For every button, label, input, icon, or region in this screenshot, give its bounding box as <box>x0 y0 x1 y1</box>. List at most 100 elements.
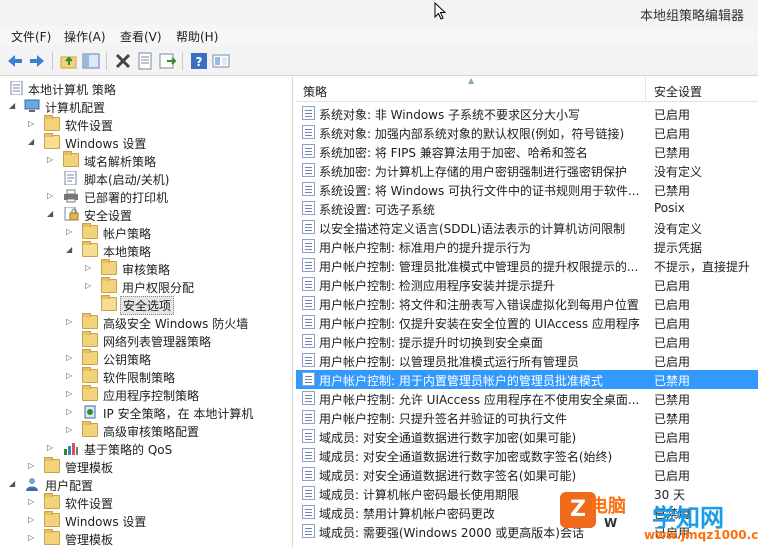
policy-row[interactable]: 域成员: 对安全通道数据进行数字签名(如果可能) 已启用 <box>296 465 758 484</box>
extended-view-icon[interactable] <box>212 52 230 70</box>
tree-node-account-policy[interactable]: ▷ 帐户策略 <box>0 223 290 242</box>
policy-row[interactable]: 用户帐户控制: 只提升签名并验证的可执行文件 已禁用 <box>296 408 758 427</box>
expanded-arrow-icon[interactable]: ◢ <box>66 245 76 255</box>
delete-icon[interactable] <box>114 52 132 70</box>
tree-node-security-options[interactable]: 安全选项 <box>0 295 290 315</box>
policy-row[interactable]: 系统对象: 非 Windows 子系统不要求区分大小写 已启用 <box>296 104 758 123</box>
policy-row[interactable]: 域成员: 对安全通道数据进行数字加密或数字签名(始终) 已启用 <box>296 446 758 465</box>
collapsed-arrow-icon[interactable]: ▷ <box>66 371 76 381</box>
policy-setting: 已启用 <box>654 355 691 369</box>
tree-node-network-list[interactable]: 网络列表管理器策略 <box>0 331 290 350</box>
tree-node-qos[interactable]: ▷ 基于策略的 QoS <box>0 440 290 458</box>
tree-node-app-control[interactable]: ▷ 应用程序控制策略 <box>0 385 290 404</box>
tree-node-user-rights[interactable]: ▷ 用户权限分配 <box>0 277 290 296</box>
policy-row[interactable]: 用户帐户控制: 仅提升安装在安全位置的 UIAccess 应用程序 已启用 <box>296 313 758 332</box>
collapsed-arrow-icon[interactable]: ▷ <box>66 353 76 363</box>
collapsed-arrow-icon[interactable]: ▷ <box>85 263 95 273</box>
policy-name: 用户帐户控制: 检测应用程序安装并提示提升 <box>319 279 555 293</box>
tree-node-computer-config[interactable]: ◢ 计算机配置 <box>0 98 290 116</box>
policy-row[interactable]: 系统加密: 将 FIPS 兼容算法用于加密、哈希和签名 已禁用 <box>296 142 758 161</box>
policy-item-icon <box>302 106 315 120</box>
tree-node-software-restriction[interactable]: ▷ 软件限制策略 <box>0 367 290 386</box>
menu-help[interactable]: 帮助(H) <box>176 28 218 45</box>
collapsed-arrow-icon[interactable]: ▷ <box>47 155 57 165</box>
collapsed-arrow-icon[interactable]: ▷ <box>28 515 38 525</box>
policy-list: ▲ 策略 安全设置 系统对象: 非 Windows 子系统不要求区分大小写 已启用… <box>296 77 758 547</box>
tree-node-root[interactable]: 本地计算机 策略 <box>0 80 290 98</box>
collapsed-arrow-icon[interactable]: ▷ <box>66 317 76 327</box>
policy-row[interactable]: 用户帐户控制: 标准用户的提升提示行为 提示凭据 <box>296 237 758 256</box>
tree-node-windows-settings[interactable]: ◢ Windows 设置 <box>0 133 290 152</box>
svg-text:?: ? <box>196 55 203 69</box>
policy-row[interactable]: 用户帐户控制: 用于内置管理员帐户的管理员批准模式 已禁用 <box>296 370 758 389</box>
collapsed-arrow-icon[interactable]: ▷ <box>47 191 57 201</box>
policy-name: 用户帐户控制: 允许 UIAccess 应用程序在不使用安全桌面... <box>319 393 640 407</box>
policy-row[interactable]: 用户帐户控制: 允许 UIAccess 应用程序在不使用安全桌面... 已禁用 <box>296 389 758 408</box>
folder-icon <box>101 277 117 293</box>
policy-row[interactable]: 用户帐户控制: 检测应用程序安装并提示提升 已启用 <box>296 275 758 294</box>
expanded-arrow-icon[interactable]: ◢ <box>28 137 38 147</box>
tree-node-scripts[interactable]: 脚本(启动/关机) <box>0 170 290 188</box>
tree-node-dns-policy[interactable]: ▷ 域名解析策略 <box>0 151 290 170</box>
collapsed-arrow-icon[interactable]: ▷ <box>85 281 95 291</box>
tree-node-firewall[interactable]: ▷ 高级安全 Windows 防火墙 <box>0 313 290 332</box>
policy-row[interactable]: 系统加密: 为计算机上存储的用户密钥强制进行强密钥保护 没有定义 <box>296 161 758 180</box>
tree-node-security-settings[interactable]: ◢ 安全设置 <box>0 206 290 224</box>
policy-row[interactable]: 系统设置: 可选子系统 Posix <box>296 199 758 218</box>
menu-view[interactable]: 查看(V) <box>120 28 162 45</box>
collapsed-arrow-icon[interactable]: ▷ <box>66 425 76 435</box>
console-tree: 本地计算机 策略 ◢ 计算机配置 ▷ 软件设置 ◢ Windows 设置 ▷ 域… <box>0 77 293 547</box>
title-bar: 本地组策略编辑器 <box>0 0 758 26</box>
collapsed-arrow-icon[interactable]: ▷ <box>47 443 57 453</box>
tree-node-admin-templates[interactable]: ▷ 管理模板 <box>0 457 290 476</box>
tree-node-ip-security[interactable]: ▷ IP 安全策略，在 本地计算机 <box>0 404 290 422</box>
collapsed-arrow-icon[interactable]: ▷ <box>28 533 38 543</box>
policy-row[interactable]: 以安全描述符定义语言(SDDL)语法表示的计算机访问限制 没有定义 <box>296 218 758 237</box>
column-header-policy[interactable]: 策略 <box>303 83 327 100</box>
up-folder-icon[interactable] <box>60 52 78 70</box>
tree-node-user-admin[interactable]: ▷ 管理模板 <box>0 529 290 547</box>
tree-node-public-key[interactable]: ▷ 公钥策略 <box>0 349 290 368</box>
column-header-setting[interactable]: 安全设置 <box>654 83 702 100</box>
policy-row[interactable]: 用户帐户控制: 将文件和注册表写入错误虚拟化到每用户位置 已启用 <box>296 294 758 313</box>
expanded-arrow-icon[interactable]: ◢ <box>9 101 19 111</box>
expanded-arrow-icon[interactable]: ◢ <box>47 209 57 219</box>
tree-node-software-settings[interactable]: ▷ 软件设置 <box>0 115 290 134</box>
tree-node-printers[interactable]: ▷ 已部署的打印机 <box>0 188 290 206</box>
policy-row[interactable]: 用户帐户控制: 以管理员批准模式运行所有管理员 已启用 <box>296 351 758 370</box>
policy-row[interactable]: 用户帐户控制: 提示提升时切换到安全桌面 已启用 <box>296 332 758 351</box>
collapsed-arrow-icon[interactable]: ▷ <box>66 407 76 417</box>
expanded-arrow-icon[interactable]: ◢ <box>9 479 19 489</box>
collapsed-arrow-icon[interactable]: ▷ <box>28 497 38 507</box>
export-list-icon[interactable] <box>158 52 176 70</box>
tree-node-audit-policy[interactable]: ▷ 审核策略 <box>0 259 290 278</box>
collapsed-arrow-icon[interactable]: ▷ <box>66 389 76 399</box>
policy-row[interactable]: 域成员: 对安全通道数据进行数字加密(如果可能) 已启用 <box>296 427 758 446</box>
forward-arrow-icon[interactable] <box>28 52 46 70</box>
policy-setting: 提示凭据 <box>654 241 703 255</box>
tree-node-local-policy[interactable]: ◢ 本地策略 <box>0 241 290 260</box>
show-hide-tree-icon[interactable] <box>82 52 100 70</box>
properties-icon[interactable] <box>136 52 154 70</box>
back-arrow-icon[interactable] <box>6 52 24 70</box>
policy-item-icon <box>302 505 315 519</box>
tree-node-user-software[interactable]: ▷ 软件设置 <box>0 493 290 512</box>
tree-node-user-config[interactable]: ◢ 用户配置 <box>0 476 290 494</box>
column-divider[interactable] <box>645 77 646 102</box>
policy-row[interactable]: 用户帐户控制: 管理员批准模式中管理员的提升权限提示的... 不提示，直接提升 <box>296 256 758 275</box>
policy-item-icon <box>302 163 315 177</box>
menu-file[interactable]: 文件(F) <box>11 28 51 45</box>
policy-row[interactable]: 系统对象: 加强内部系统对象的默认权限(例如，符号链接) 已启用 <box>296 123 758 142</box>
help-icon[interactable]: ? <box>190 52 208 70</box>
script-icon <box>64 171 77 185</box>
policy-row[interactable]: 系统设置: 将 Windows 可执行文件中的证书规则用于软件... 已禁用 <box>296 180 758 199</box>
policy-setting: 已禁用 <box>654 146 691 160</box>
collapsed-arrow-icon[interactable]: ▷ <box>66 227 76 237</box>
collapsed-arrow-icon[interactable]: ▷ <box>28 119 38 129</box>
tree-node-advanced-audit[interactable]: ▷ 高级审核策略配置 <box>0 421 290 440</box>
policy-setting: 已启用 <box>654 127 691 141</box>
menu-action[interactable]: 操作(A) <box>64 28 106 45</box>
collapsed-arrow-icon[interactable]: ▷ <box>28 461 38 471</box>
policy-name: 用户帐户控制: 管理员批准模式中管理员的提升权限提示的... <box>319 260 639 274</box>
tree-node-user-windows[interactable]: ▷ Windows 设置 <box>0 511 290 530</box>
